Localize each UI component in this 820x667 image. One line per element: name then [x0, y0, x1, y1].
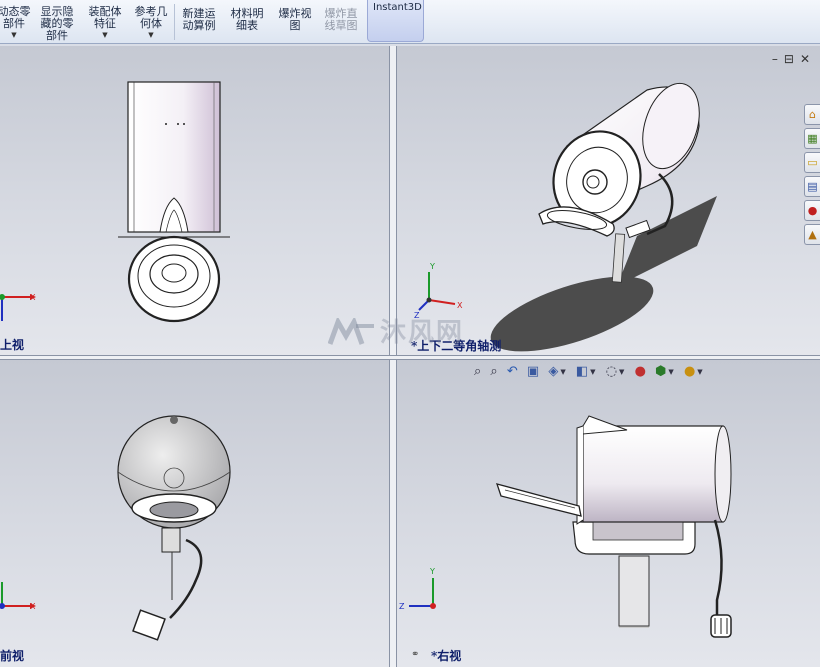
section-view-icon[interactable]: ▣	[527, 364, 539, 379]
axis-y-label: Y	[429, 262, 435, 271]
ribbon-label: 参考几 何体	[134, 5, 168, 30]
power-cord	[713, 519, 723, 616]
appearances-icon[interactable]: ●	[804, 200, 820, 221]
ribbon-button-show-hidden-components[interactable]: 显示隐 藏的零 部件	[37, 0, 77, 42]
open-flap	[496, 483, 582, 517]
dropdown-arrow-icon[interactable]: ▼	[130, 30, 172, 40]
zoom-area-icon[interactable]: ⌕	[490, 364, 497, 379]
solidworks-window: 动态零 部件 ▼ 显示隐 藏的零 部件 装配体 特征 ▼ 参考几 何体 ▼ 新建…	[0, 0, 820, 667]
dropdown-arrow-icon[interactable]: ▼	[0, 30, 32, 40]
stand-post	[618, 555, 650, 627]
design-library-icon[interactable]: ▦	[804, 128, 820, 149]
ribbon-label: 材料明 细表	[230, 7, 264, 32]
task-pane-tabs: ⌂ ▦ ▭ ▤ ● ▲	[804, 104, 820, 248]
plug	[132, 609, 166, 641]
front-view-model: X	[0, 415, 231, 641]
ribbon-button-explode-line-sketch[interactable]: 爆炸直 线草图	[320, 0, 362, 32]
view-settings-icon[interactable]: ●	[684, 364, 695, 379]
ribbon-label: 装配体 特征	[88, 5, 122, 30]
edit-appearance-icon[interactable]: ●	[635, 364, 646, 379]
dropdown-arrow-icon[interactable]: ▼	[560, 368, 565, 376]
axis-x-label: X	[457, 301, 463, 310]
dropdown-arrow-icon[interactable]: ▼	[697, 368, 702, 376]
ribbon-label: Instant3D	[373, 2, 422, 13]
viewport-isometric[interactable]: Y X Z *上下二等角轴测	[397, 46, 820, 355]
display-style-icon[interactable]: ◧	[576, 364, 588, 379]
ribbon-button-new-motion-study[interactable]: 新建运 动算例	[178, 0, 220, 32]
ribbon-button-exploded-view[interactable]: 爆炸视 图	[274, 0, 316, 32]
viewport-front[interactable]: X 前视	[0, 360, 389, 667]
axis-x-label: X	[30, 293, 36, 302]
viewport-right[interactable]: Y Z ⚭ *右视	[397, 360, 820, 667]
axis-z-label: Z	[399, 602, 405, 611]
viewport-window-controls: –⊟✕	[772, 52, 816, 66]
viewport-label-right: *右视	[431, 649, 462, 663]
home-icon[interactable]: ⌂	[804, 104, 820, 125]
command-manager-ribbon: 动态零 部件 ▼ 显示隐 藏的零 部件 装配体 特征 ▼ 参考几 何体 ▼ 新建…	[0, 0, 820, 44]
ribbon-button-instant3d[interactable]: Instant3D	[367, 0, 424, 42]
viewport-label-front: 前视	[0, 649, 25, 663]
watermark-logo	[328, 318, 374, 345]
ribbon-button-move-component[interactable]: 动态零 部件 ▼	[0, 0, 32, 52]
viewport-splitter-horizontal[interactable]	[0, 355, 820, 360]
ribbon-label: 新建运 动算例	[182, 7, 216, 32]
zoom-to-fit-icon[interactable]: ⌕	[474, 364, 481, 379]
view-palette-icon[interactable]: ▤	[804, 176, 820, 197]
viewport-top[interactable]: X 上视	[0, 46, 389, 355]
dropdown-arrow-icon[interactable]: ▼	[668, 368, 673, 376]
watermark-text: 沐风网	[380, 318, 465, 348]
restore-button[interactable]: ⊟	[784, 52, 800, 66]
isometric-view-model: Y X Z	[414, 82, 717, 352]
minimize-button[interactable]: –	[772, 52, 784, 66]
ribbon-separator	[174, 4, 175, 40]
ribbon-label: 显示隐 藏的零 部件	[40, 5, 74, 42]
link-views-icon[interactable]: ⚭	[411, 649, 419, 660]
cylinder-body	[582, 425, 724, 523]
right-view-model: Y Z	[399, 415, 732, 638]
lid-disk	[127, 235, 221, 323]
apply-scene-icon[interactable]: ⬢	[655, 364, 666, 379]
hide-show-items-icon[interactable]: ◌	[606, 364, 617, 379]
top-view-model: X	[0, 81, 230, 323]
ribbon-label: 动态零 部件	[0, 5, 31, 30]
dropdown-arrow-icon[interactable]: ▼	[84, 30, 126, 40]
close-button[interactable]: ✕	[800, 52, 816, 66]
heads-up-view-toolbar: ⌕ ⌕ ↶ ▣ ◈ ▼ ◧ ▼ ◌ ▼ ● ⬢ ▼ ● ▼	[474, 364, 709, 382]
ribbon-button-assembly-features[interactable]: 装配体 特征 ▼	[84, 0, 126, 52]
axis-x-label: X	[30, 602, 36, 611]
previous-view-icon[interactable]: ↶	[507, 364, 518, 379]
custom-properties-icon[interactable]: ▲	[804, 224, 820, 245]
ribbon-label: 爆炸直 线草图	[324, 7, 358, 32]
ribbon-button-bill-of-materials[interactable]: 材料明 细表	[226, 0, 268, 32]
ribbon-label: 爆炸视 图	[278, 7, 312, 32]
viewport-label-top: 上视	[0, 338, 25, 352]
dropdown-arrow-icon[interactable]: ▼	[619, 368, 624, 376]
file-explorer-icon[interactable]: ▭	[804, 152, 820, 173]
view-orientation-icon[interactable]: ◈	[548, 364, 558, 379]
ribbon-button-reference-geometry[interactable]: 参考几 何体 ▼	[130, 0, 172, 52]
dropdown-arrow-icon[interactable]: ▼	[590, 368, 595, 376]
axis-y-label: Y	[429, 567, 435, 576]
